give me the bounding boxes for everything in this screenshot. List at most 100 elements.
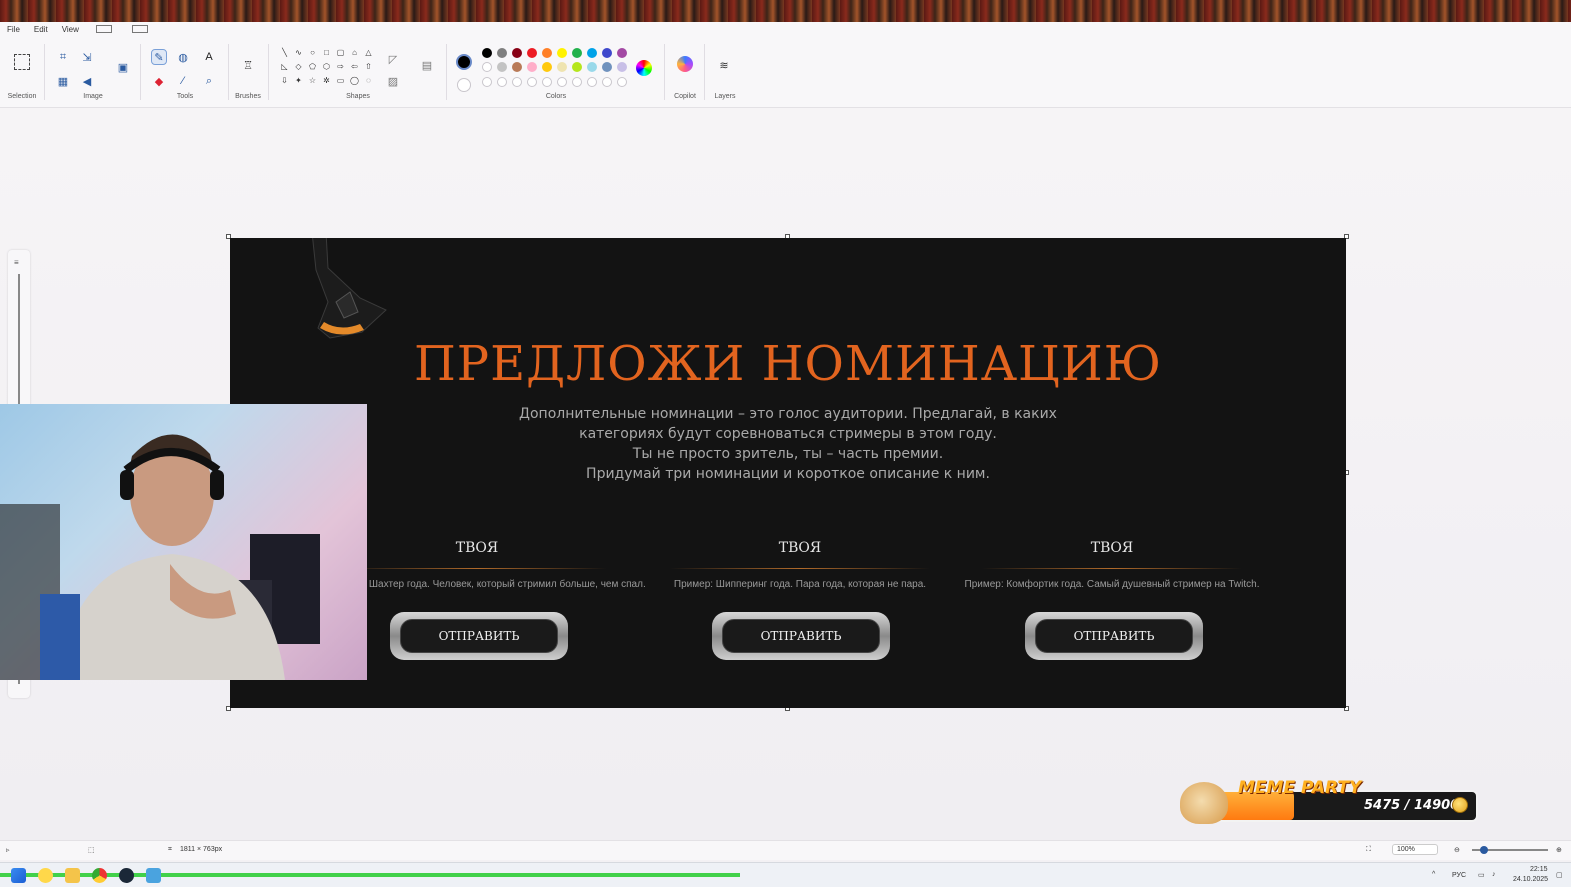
- color-swatch[interactable]: [512, 62, 522, 72]
- color-picker-icon[interactable]: ⁄: [176, 74, 190, 88]
- color-swatch[interactable]: [527, 62, 537, 72]
- select-rect-icon[interactable]: [14, 54, 30, 70]
- image-select-icon[interactable]: ▦: [56, 74, 70, 88]
- language-indicator[interactable]: РУС: [1452, 872, 1466, 879]
- menu-file[interactable]: File: [0, 25, 27, 34]
- eraser-icon[interactable]: ◆: [152, 74, 166, 88]
- custom-color-slot[interactable]: [542, 77, 552, 87]
- color-swatch[interactable]: [557, 62, 567, 72]
- yandex-browser-icon[interactable]: [38, 868, 53, 883]
- color-swatch[interactable]: [557, 48, 567, 58]
- save-icon[interactable]: [95, 25, 112, 33]
- curve-shape-icon[interactable]: ∿: [294, 48, 303, 57]
- color-swatch[interactable]: [482, 48, 492, 58]
- rounded-rect-shape-icon[interactable]: ▢: [336, 48, 345, 57]
- shape-fill-icon[interactable]: ▨: [386, 74, 400, 88]
- notification-icon[interactable]: ▢: [1556, 871, 1563, 879]
- zoom-in-icon[interactable]: ⊕: [1556, 846, 1562, 854]
- color-swatch[interactable]: [482, 62, 492, 72]
- custom-color-slot[interactable]: [572, 77, 582, 87]
- oval-shape-icon[interactable]: ○: [308, 48, 317, 57]
- custom-color-slot[interactable]: [617, 77, 627, 87]
- color-swatch[interactable]: [542, 48, 552, 58]
- color-swatch[interactable]: [587, 62, 597, 72]
- star4-shape-icon[interactable]: ✦: [294, 76, 303, 85]
- color-swatch[interactable]: [497, 48, 507, 58]
- rectangle-shape-icon[interactable]: □: [322, 48, 331, 57]
- custom-color-slot[interactable]: [527, 77, 537, 87]
- zoom-panel-grip-icon[interactable]: ≡: [14, 258, 24, 267]
- network-icon[interactable]: ▭: [1478, 871, 1485, 879]
- color-swatch[interactable]: [512, 48, 522, 58]
- fit-to-window-icon[interactable]: ⛶: [1366, 846, 1371, 854]
- submit-button[interactable]: ОТПРАВИТЬ: [712, 612, 890, 660]
- line-shape-icon[interactable]: ╲: [280, 48, 289, 57]
- arrow-right-shape-icon[interactable]: ⇨: [336, 62, 345, 71]
- paint-canvas[interactable]: ПРЕДЛОЖИ НОМИНАЦИЮ Дополнительные номина…: [230, 238, 1346, 708]
- magnifier-icon[interactable]: ⌕: [202, 74, 216, 88]
- custom-color-slot[interactable]: [602, 77, 612, 87]
- secondary-color-swatch[interactable]: [457, 78, 471, 92]
- edit-colors-icon[interactable]: [636, 60, 652, 76]
- color-swatch[interactable]: [572, 62, 582, 72]
- callout-oval-shape-icon[interactable]: ◯: [350, 76, 359, 85]
- copilot-icon[interactable]: [677, 56, 693, 72]
- color-swatch[interactable]: [617, 48, 627, 58]
- crop-icon[interactable]: ⌗: [56, 50, 70, 64]
- submit-button[interactable]: ОТПРАВИТЬ: [390, 612, 568, 660]
- clock-date[interactable]: 24.10.2025: [1513, 876, 1548, 883]
- color-swatch[interactable]: [587, 48, 597, 58]
- text-icon[interactable]: A: [202, 50, 216, 64]
- custom-color-slot[interactable]: [557, 77, 567, 87]
- zoom-out-icon[interactable]: ⊖: [1454, 846, 1460, 854]
- callout-cloud-shape-icon[interactable]: ◌: [364, 76, 373, 85]
- file-explorer-icon[interactable]: [65, 868, 80, 883]
- rotate-icon[interactable]: ◀: [80, 74, 94, 88]
- diamond-shape-icon[interactable]: ◇: [294, 62, 303, 71]
- pencil-icon[interactable]: ✎: [151, 49, 167, 65]
- menu-view[interactable]: View: [55, 25, 86, 34]
- resize-icon[interactable]: ⇲: [80, 50, 94, 64]
- layers-icon[interactable]: ≋: [717, 58, 731, 72]
- primary-color-swatch[interactable]: [456, 54, 472, 70]
- brush-icon[interactable]: ♖: [241, 58, 255, 72]
- color-swatch[interactable]: [527, 48, 537, 58]
- arrow-up-shape-icon[interactable]: ⇧: [364, 62, 373, 71]
- background-removal-icon[interactable]: ▣: [116, 60, 130, 74]
- right-triangle-shape-icon[interactable]: ◺: [280, 62, 289, 71]
- zoom-select[interactable]: 100%: [1392, 844, 1438, 855]
- custom-color-slot[interactable]: [512, 77, 522, 87]
- start-icon[interactable]: [11, 868, 26, 883]
- tray-chevron-icon[interactable]: ^: [1432, 871, 1435, 878]
- color-swatch[interactable]: [617, 62, 627, 72]
- outline-icon[interactable]: ◸: [386, 52, 400, 66]
- triangle-shape-icon[interactable]: △: [364, 48, 373, 57]
- paint-app-icon[interactable]: [146, 868, 161, 883]
- zoom-slider-thumb[interactable]: [1480, 846, 1488, 854]
- chrome-icon[interactable]: [92, 868, 107, 883]
- arrow-down-shape-icon[interactable]: ⇩: [280, 76, 289, 85]
- shape-size-icon[interactable]: ▤: [420, 58, 434, 72]
- hexagon-shape-icon[interactable]: ⬡: [322, 62, 331, 71]
- arrow-left-shape-icon[interactable]: ⇦: [350, 62, 359, 71]
- color-swatch[interactable]: [602, 62, 612, 72]
- share-icon[interactable]: [131, 25, 148, 33]
- custom-color-slot[interactable]: [587, 77, 597, 87]
- color-swatch[interactable]: [602, 48, 612, 58]
- custom-color-slot[interactable]: [497, 77, 507, 87]
- star5-shape-icon[interactable]: ☆: [308, 76, 317, 85]
- clock-time[interactable]: 22:15: [1530, 866, 1548, 873]
- submit-button[interactable]: ОТПРАВИТЬ: [1025, 612, 1203, 660]
- custom-color-slot[interactable]: [482, 77, 492, 87]
- menu-edit[interactable]: Edit: [27, 25, 55, 34]
- steam-icon[interactable]: [119, 868, 134, 883]
- fill-icon[interactable]: ◍: [176, 50, 190, 64]
- callout-rect-shape-icon[interactable]: ▭: [336, 76, 345, 85]
- pentagon-shape-icon[interactable]: ⬠: [308, 62, 317, 71]
- star6-shape-icon[interactable]: ✲: [322, 76, 331, 85]
- color-swatch[interactable]: [542, 62, 552, 72]
- volume-icon[interactable]: ♪: [1492, 871, 1496, 878]
- color-swatch[interactable]: [497, 62, 507, 72]
- color-swatch[interactable]: [572, 48, 582, 58]
- polygon-shape-icon[interactable]: ⌂: [350, 48, 359, 57]
